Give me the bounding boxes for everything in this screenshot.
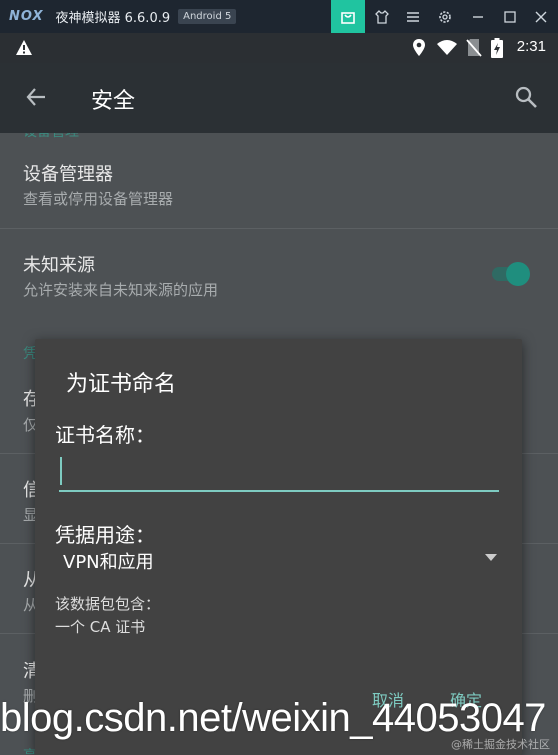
dialog-title: 为证书命名	[66, 372, 177, 397]
credential-use-label: 凭据用途：	[55, 523, 155, 547]
switch-thumb	[506, 262, 530, 286]
battery-charging-icon	[491, 38, 503, 58]
emulator-title: 夜神模拟器 6.6.0.9	[55, 11, 171, 26]
emulator-title-bar: NOX 夜神模拟器 6.6.0.9 Android 5	[0, 0, 558, 33]
divider	[0, 228, 558, 229]
minimize-icon	[473, 15, 483, 18]
maximize-icon	[504, 10, 516, 23]
warning-icon	[16, 40, 32, 55]
section-header-device-admin: 设备管理	[23, 133, 79, 141]
pref-device-admin-subtitle: 查看或停用设备管理器	[23, 190, 174, 208]
close-button[interactable]	[526, 0, 556, 33]
credential-use-select[interactable]: VPN和应用	[59, 546, 499, 574]
shop-button[interactable]	[331, 0, 365, 33]
close-icon	[535, 11, 547, 22]
search-icon[interactable]	[514, 85, 538, 109]
pref-unknown-sources-subtitle: 允许安装来自未知来源的应用	[23, 281, 219, 299]
back-arrow-icon[interactable]	[25, 86, 47, 108]
no-sim-icon	[466, 39, 482, 57]
app-toolbar: 安全	[0, 63, 558, 133]
text-cursor	[60, 457, 62, 485]
credential-use-value: VPN和应用	[63, 552, 154, 573]
menu-button[interactable]	[398, 0, 428, 33]
menu-icon	[407, 11, 419, 22]
emulator-screen: NOX 夜神模拟器 6.6.0.9 Android 5 2:31 安全 设备管理…	[0, 0, 558, 755]
watermark-url: blog.csdn.net/weixin_44053047	[0, 696, 546, 740]
minimize-button[interactable]	[463, 0, 493, 33]
pref-unknown-sources-title: 未知来源	[23, 255, 95, 276]
android-version-badge: Android 5	[178, 9, 237, 24]
unknown-sources-switch[interactable]	[492, 262, 530, 286]
package-contains-label: 该数据包包含：	[55, 595, 161, 613]
skin-button[interactable]	[367, 0, 397, 33]
settings-icon	[439, 10, 451, 23]
maximize-button[interactable]	[495, 0, 525, 33]
dropdown-caret-icon	[485, 554, 497, 561]
name-certificate-dialog: 为证书命名 证书名称： 凭据用途： VPN和应用 该数据包包含： 一个 CA 证…	[35, 339, 522, 755]
status-bar: 2:31	[0, 33, 558, 63]
page-title: 安全	[91, 89, 136, 114]
package-contains-value: 一个 CA 证书	[55, 618, 146, 636]
shop-icon	[341, 11, 355, 24]
settings-button[interactable]	[430, 0, 460, 33]
certificate-name-label: 证书名称：	[55, 423, 155, 447]
status-time: 2:31	[516, 38, 546, 55]
watermark-credit: @稀土掘金技术社区	[451, 738, 550, 751]
skin-icon	[375, 9, 389, 24]
nox-logo: NOX	[9, 9, 44, 24]
pref-device-admin-title: 设备管理器	[23, 164, 113, 185]
certificate-name-input[interactable]	[59, 452, 499, 492]
location-icon	[413, 39, 425, 56]
wifi-icon	[437, 40, 457, 55]
